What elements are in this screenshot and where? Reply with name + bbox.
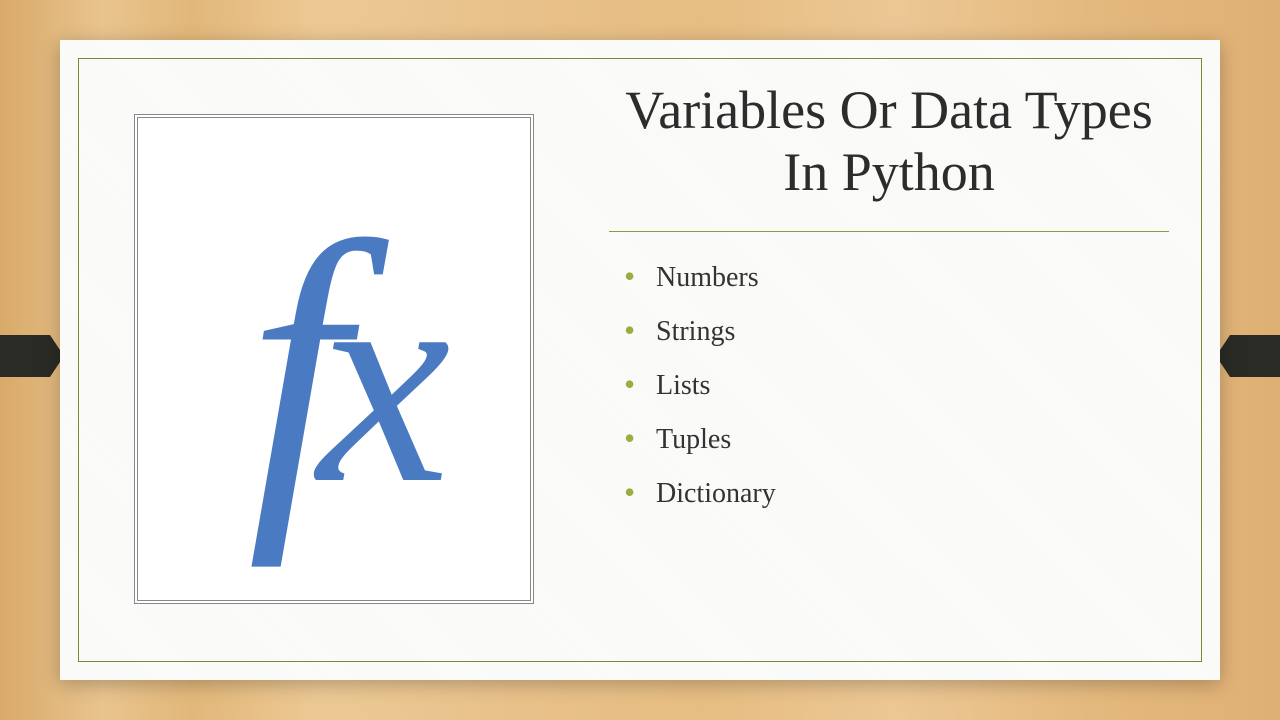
title-divider	[609, 231, 1169, 232]
fx-letter-f: f	[247, 169, 317, 568]
decor-tab-left	[0, 335, 50, 377]
list-item: Dictionary	[624, 478, 1179, 510]
slide-card: fx Variables Or Data Types In Python Num…	[60, 40, 1220, 680]
fx-icon: fx	[247, 179, 420, 539]
bullet-list: Numbers Strings Lists Tuples Dictionary	[599, 262, 1179, 510]
list-item: Strings	[624, 316, 1179, 348]
list-item: Numbers	[624, 262, 1179, 294]
decor-tab-right	[1230, 335, 1280, 377]
list-item: Tuples	[624, 424, 1179, 456]
fx-image-frame: fx	[134, 114, 534, 604]
fx-letter-x: x	[317, 213, 420, 545]
slide-title: Variables Or Data Types In Python	[599, 79, 1179, 203]
slide-inner-border: fx Variables Or Data Types In Python Num…	[78, 58, 1202, 662]
slide-content: Variables Or Data Types In Python Number…	[599, 79, 1179, 532]
list-item: Lists	[624, 370, 1179, 402]
